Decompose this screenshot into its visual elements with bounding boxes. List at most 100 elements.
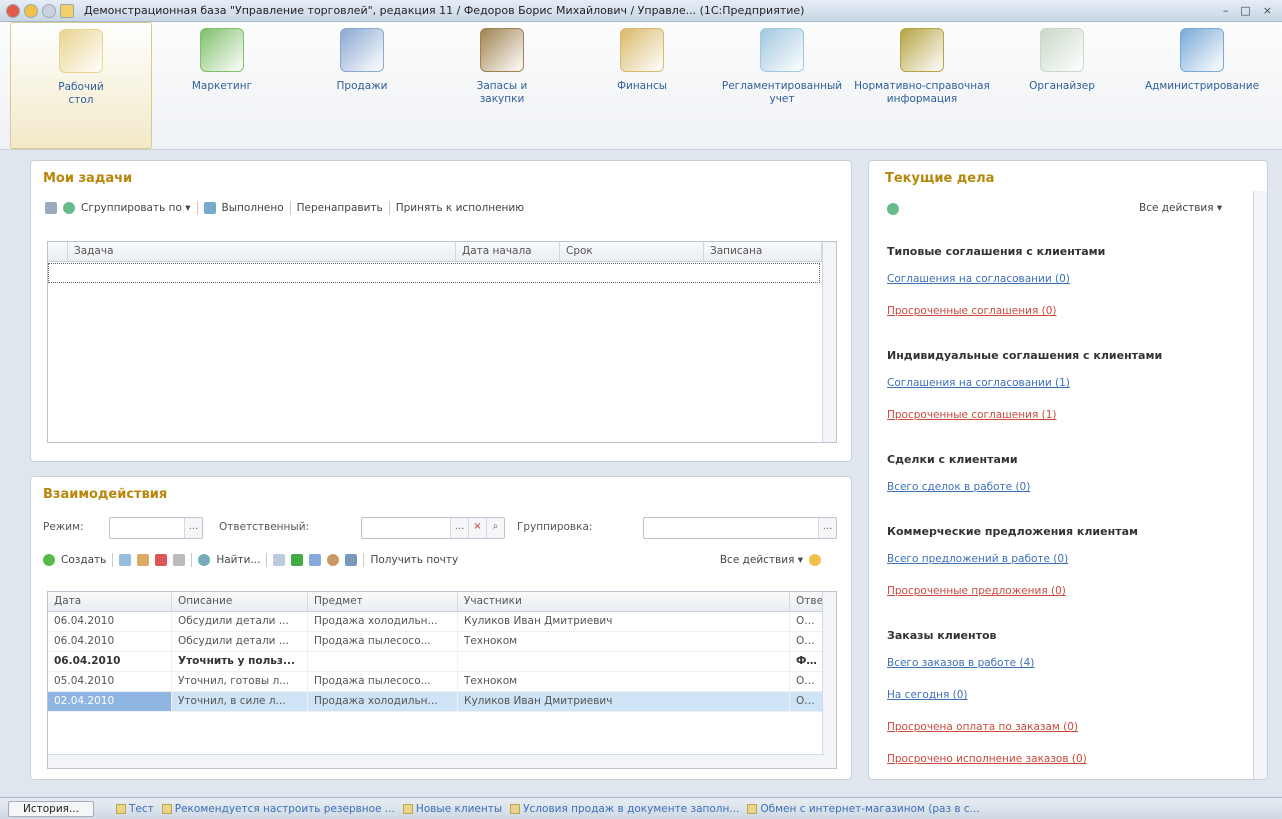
create-button[interactable]: Создать <box>61 554 106 566</box>
close-icon[interactable]: × <box>1259 4 1276 17</box>
minimize-icon[interactable]: – <box>1219 4 1233 17</box>
redirect-button[interactable]: Перенаправить <box>297 202 383 214</box>
done-button[interactable]: Выполнено <box>222 202 284 214</box>
grouping-field[interactable]: ... <box>643 517 837 539</box>
tasks-table[interactable]: Задача Дата начала Срок Записана <box>47 241 837 443</box>
current-link[interactable]: Просроченные соглашения (1) <box>887 409 1056 421</box>
help-icon[interactable] <box>809 554 821 566</box>
edit-icon[interactable] <box>45 202 57 214</box>
current-link[interactable]: Просроченные соглашения (0) <box>887 305 1056 317</box>
edit-icon[interactable] <box>137 554 150 566</box>
get-mail-button[interactable]: Получить почту <box>370 554 458 566</box>
app-menu-icon[interactable] <box>6 3 20 18</box>
current-all-actions-button[interactable]: Все действия ▾ <box>1139 202 1222 214</box>
taskbar-item[interactable]: Обмен с интернет-магазином (раз в с... <box>747 803 980 815</box>
cell-date: 06.04.2010 <box>48 632 172 651</box>
history-button[interactable]: История... <box>8 800 94 817</box>
cell-desc: Уточнил, готовы л... <box>172 672 308 691</box>
section-4[interactable]: Финансы <box>572 22 712 149</box>
refresh-icon[interactable] <box>887 203 899 215</box>
table-row[interactable]: 06.04.2010Уточнить у польз... Федо <box>48 652 836 672</box>
col-start-date[interactable]: Дата начала <box>456 242 560 261</box>
interactions-hscrollbar[interactable] <box>48 754 824 768</box>
interactions-table[interactable]: Дата Описание Предмет Участники Отве 06.… <box>47 591 837 769</box>
desktop-icon <box>59 29 103 73</box>
taskbar-item-label: Условия продаж в документе заполн... <box>523 802 740 815</box>
responsible-select-button[interactable]: ... <box>450 518 468 538</box>
responsible-field[interactable]: ... × ⌕ <box>361 517 505 539</box>
all-actions-button[interactable]: Все действия ▾ <box>720 554 803 566</box>
section-7[interactable]: Органайзер <box>992 22 1132 149</box>
col-date[interactable]: Дата <box>48 592 172 611</box>
clear-icon[interactable]: × <box>468 518 486 538</box>
current-link[interactable]: Просрочена оплата по заказам (0) <box>887 721 1078 733</box>
current-link[interactable]: Соглашения на согласовании (0) <box>887 273 1070 285</box>
accept-button[interactable]: Принять к исполнению <box>396 202 524 214</box>
section-8[interactable]: Администрирование <box>1132 22 1272 149</box>
section-5[interactable]: Регламентированный учет <box>712 22 852 149</box>
col-responsible[interactable]: Отве <box>790 592 824 611</box>
taskbar-item[interactable]: Новые клиенты <box>402 803 502 815</box>
forward-icon[interactable] <box>42 3 56 18</box>
search-icon[interactable]: ⌕ <box>486 518 504 538</box>
section-3[interactable]: Запасы и закупки <box>432 22 572 149</box>
user-icon[interactable] <box>327 554 340 566</box>
grouping-select-button[interactable]: ... <box>818 518 836 538</box>
col-description[interactable]: Описание <box>172 592 308 611</box>
current-link[interactable]: Просрочено исполнение заказов (0) <box>887 753 1087 765</box>
my-tasks-toolbar: Сгруппировать по ▾ Выполнено Перенаправи… <box>45 201 524 215</box>
bottom-taskbar: История... Тест Рекомендуется настроить р… <box>0 797 1282 819</box>
current-link[interactable]: Всего заказов в работе (4) <box>887 657 1034 669</box>
interactions-vscrollbar[interactable] <box>822 592 836 768</box>
taskbar-item[interactable]: Условия продаж в документе заполн... <box>510 803 739 815</box>
link-icon[interactable] <box>173 554 186 566</box>
col-deadline[interactable]: Срок <box>560 242 704 261</box>
section-label: Органайзер <box>1029 80 1095 92</box>
taskbar-item[interactable]: Рекомендуется настроить резервное ... <box>161 802 395 815</box>
cell-resp: Орехо <box>790 632 824 651</box>
table-row[interactable]: 06.04.2010 Обсудили детали ... Продажа пыл… <box>48 632 836 652</box>
mode-select-button[interactable]: ... <box>184 518 202 538</box>
cell-date: 06.04.2010 <box>48 652 172 671</box>
taskbar-item[interactable]: Тест <box>116 803 154 815</box>
section-6[interactable]: Нормативно-справочная информация <box>852 22 992 149</box>
current-link[interactable]: На сегодня (0) <box>887 689 968 701</box>
favorites-icon[interactable] <box>60 3 74 18</box>
sections-panel: Рабочий стол Маркетинг Продажи Запасы и зак… <box>0 22 1282 150</box>
back-icon[interactable] <box>24 3 38 18</box>
coins-icon <box>620 28 664 72</box>
mode-field[interactable]: ... <box>109 517 203 539</box>
cell-resp: Орехо <box>790 692 824 711</box>
current-link[interactable]: Всего сделок в работе (0) <box>887 481 1030 493</box>
tasks-scrollbar[interactable] <box>822 242 836 442</box>
group-by-button[interactable]: Сгруппировать по ▾ <box>81 202 191 214</box>
table-row[interactable]: 06.04.2010 Обсудили детали ... Продажа хол… <box>48 612 836 632</box>
document-icon[interactable] <box>309 554 322 566</box>
col-recorded[interactable]: Записана <box>704 242 822 261</box>
col-participants[interactable]: Участники <box>458 592 790 611</box>
delete-icon[interactable] <box>155 554 168 566</box>
current-link[interactable]: Соглашения на согласовании (1) <box>887 377 1070 389</box>
maximize-icon[interactable]: □ <box>1236 4 1254 17</box>
responsible-label: Ответственный: <box>219 521 310 533</box>
table-row[interactable]: 05.04.2010 Уточнил, готовы л... Продажа пы… <box>48 672 836 692</box>
check-icon[interactable] <box>291 554 304 566</box>
cancel-search-icon[interactable] <box>273 554 286 566</box>
mail-icon[interactable] <box>345 554 358 566</box>
section-1[interactable]: Маркетинг <box>152 22 292 149</box>
current-scrollbar[interactable] <box>1253 191 1267 779</box>
current-link[interactable]: Всего предложений в работе (0) <box>887 553 1068 565</box>
find-button[interactable]: Найти... <box>216 554 260 566</box>
copy-icon[interactable] <box>119 554 132 566</box>
organizer-icon <box>1040 28 1084 72</box>
taskbar-item-label: Рекомендуется настроить резервное ... <box>174 802 395 815</box>
section-0[interactable]: Рабочий стол <box>10 22 152 149</box>
table-row[interactable]: 02.04.2010 Уточнил, в силе л... Продажа хо… <box>48 692 836 712</box>
empty-row-focus[interactable] <box>48 263 820 283</box>
current-link[interactable]: Просроченные предложения (0) <box>887 585 1066 597</box>
refresh-icon[interactable] <box>63 202 75 214</box>
section-2[interactable]: Продажи <box>292 22 432 149</box>
col-task[interactable]: Задача <box>68 242 456 261</box>
col-subject[interactable]: Предмет <box>308 592 458 611</box>
cell-subject: Продажа пылесосо... <box>308 672 458 691</box>
